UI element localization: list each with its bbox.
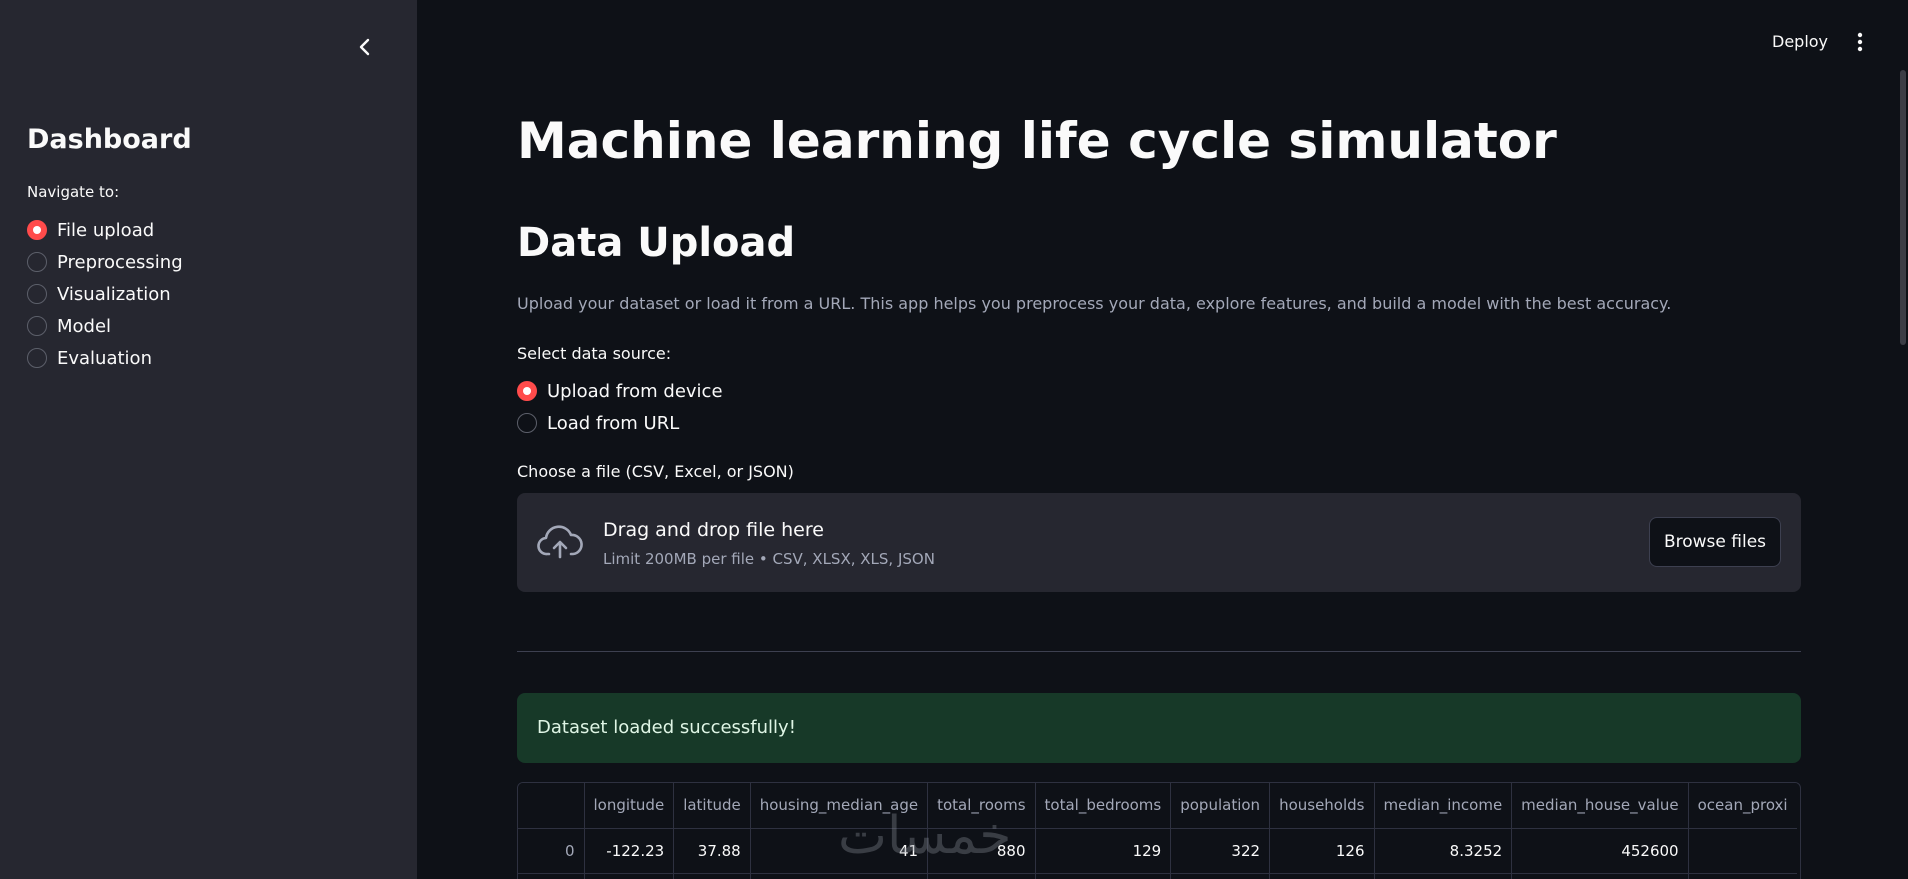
column-header[interactable]: longitude bbox=[584, 783, 675, 829]
nav-item-model[interactable]: Model bbox=[27, 310, 183, 342]
file-uploader-label: Choose a file (CSV, Excel, or JSON) bbox=[517, 462, 794, 481]
column-header[interactable]: latitude bbox=[673, 783, 751, 829]
section-divider bbox=[517, 651, 1801, 652]
column-header-index[interactable] bbox=[518, 783, 585, 829]
nav-item-label: Model bbox=[57, 315, 112, 337]
table-cell[interactable] bbox=[1511, 873, 1689, 879]
column-header[interactable]: housing_median_age bbox=[750, 783, 929, 829]
success-alert: Dataset loaded successfully! bbox=[517, 693, 1801, 763]
table-cell[interactable] bbox=[750, 873, 929, 879]
source-option-url[interactable]: Load from URL bbox=[517, 407, 723, 439]
column-header[interactable]: total_rooms bbox=[927, 783, 1036, 829]
radio-unselected-icon bbox=[27, 252, 47, 272]
app-root: Dashboard Navigate to: File upload Prepr… bbox=[0, 0, 1908, 879]
table-cell[interactable] bbox=[1269, 873, 1375, 879]
table-cell[interactable]: -122.23 bbox=[584, 828, 675, 874]
table-cell[interactable]: 8.3252 bbox=[1374, 828, 1513, 874]
sidebar: Dashboard Navigate to: File upload Prepr… bbox=[0, 0, 417, 879]
data-source-radio-group: Upload from device Load from URL bbox=[517, 375, 723, 439]
table-cell[interactable] bbox=[1170, 873, 1271, 879]
nav-item-file-upload[interactable]: File upload bbox=[27, 214, 183, 246]
table-cell[interactable]: 41 bbox=[750, 828, 929, 874]
table-cell[interactable] bbox=[1035, 873, 1172, 879]
table-cell-index[interactable]: 0 bbox=[518, 828, 585, 874]
table-row bbox=[518, 873, 1797, 879]
column-header[interactable]: ocean_proxi bbox=[1688, 783, 1797, 829]
table-row: 0 -122.23 37.88 41 880 129 322 126 8.325… bbox=[518, 828, 1797, 874]
nav-label: Navigate to: bbox=[27, 183, 120, 201]
table-header-row: longitude latitude housing_median_age to… bbox=[518, 783, 1797, 829]
table-cell[interactable]: 880 bbox=[927, 828, 1036, 874]
deploy-button[interactable]: Deploy bbox=[1772, 32, 1828, 51]
nav-item-label: Preprocessing bbox=[57, 251, 183, 273]
table-cell[interactable]: 126 bbox=[1269, 828, 1375, 874]
nav-item-preprocessing[interactable]: Preprocessing bbox=[27, 246, 183, 278]
radio-selected-icon bbox=[27, 220, 47, 240]
column-header[interactable]: total_bedrooms bbox=[1035, 783, 1172, 829]
table-cell[interactable]: 129 bbox=[1035, 828, 1172, 874]
data-source-label: Select data source: bbox=[517, 344, 672, 363]
table-cell[interactable]: 452600 bbox=[1511, 828, 1689, 874]
kebab-menu-icon bbox=[1857, 32, 1863, 52]
dataframe-table[interactable]: longitude latitude housing_median_age to… bbox=[517, 782, 1801, 879]
table-cell[interactable] bbox=[584, 873, 675, 879]
page-scrollbar[interactable] bbox=[1900, 70, 1906, 345]
nav-item-visualization[interactable]: Visualization bbox=[27, 278, 183, 310]
source-option-upload[interactable]: Upload from device bbox=[517, 375, 723, 407]
column-header[interactable]: median_house_value bbox=[1511, 783, 1689, 829]
table-cell-index[interactable] bbox=[518, 873, 585, 879]
page-description: Upload your dataset or load it from a UR… bbox=[517, 294, 1672, 313]
table-cell[interactable] bbox=[927, 873, 1036, 879]
nav-item-label: File upload bbox=[57, 219, 155, 241]
dropzone-limit-text: Limit 200MB per file • CSV, XLSX, XLS, J… bbox=[603, 550, 935, 568]
table-cell[interactable]: 322 bbox=[1170, 828, 1271, 874]
table-cell[interactable] bbox=[1688, 873, 1797, 879]
column-header[interactable]: population bbox=[1170, 783, 1271, 829]
page-title: Machine learning life cycle simulator bbox=[517, 112, 1557, 170]
nav-item-label: Evaluation bbox=[57, 347, 152, 369]
dropzone-title: Drag and drop file here bbox=[603, 519, 824, 541]
table-cell[interactable] bbox=[673, 873, 751, 879]
radio-unselected-icon bbox=[27, 348, 47, 368]
table-cell[interactable] bbox=[1374, 873, 1513, 879]
column-header[interactable]: households bbox=[1269, 783, 1375, 829]
table-cell[interactable]: 37.88 bbox=[673, 828, 751, 874]
radio-unselected-icon bbox=[517, 413, 537, 433]
browse-files-button[interactable]: Browse files bbox=[1649, 517, 1781, 567]
source-option-label: Upload from device bbox=[547, 380, 723, 402]
table-cell[interactable] bbox=[1688, 828, 1797, 874]
file-dropzone[interactable]: Drag and drop file here Limit 200MB per … bbox=[517, 493, 1801, 592]
collapse-sidebar-button[interactable] bbox=[352, 34, 378, 60]
success-message: Dataset loaded successfully! bbox=[537, 717, 796, 738]
radio-unselected-icon bbox=[27, 316, 47, 336]
cloud-upload-icon bbox=[537, 525, 583, 559]
nav-item-label: Visualization bbox=[57, 283, 171, 305]
radio-selected-icon bbox=[517, 381, 537, 401]
chevron-left-icon bbox=[359, 38, 370, 56]
section-title: Data Upload bbox=[517, 220, 796, 266]
radio-unselected-icon bbox=[27, 284, 47, 304]
nav-item-evaluation[interactable]: Evaluation bbox=[27, 342, 183, 374]
source-option-label: Load from URL bbox=[547, 412, 680, 434]
nav-radio-group: File upload Preprocessing Visualization … bbox=[27, 214, 183, 374]
main-menu-button[interactable] bbox=[1850, 30, 1870, 54]
column-header[interactable]: median_income bbox=[1374, 783, 1513, 829]
sidebar-title: Dashboard bbox=[27, 124, 192, 155]
